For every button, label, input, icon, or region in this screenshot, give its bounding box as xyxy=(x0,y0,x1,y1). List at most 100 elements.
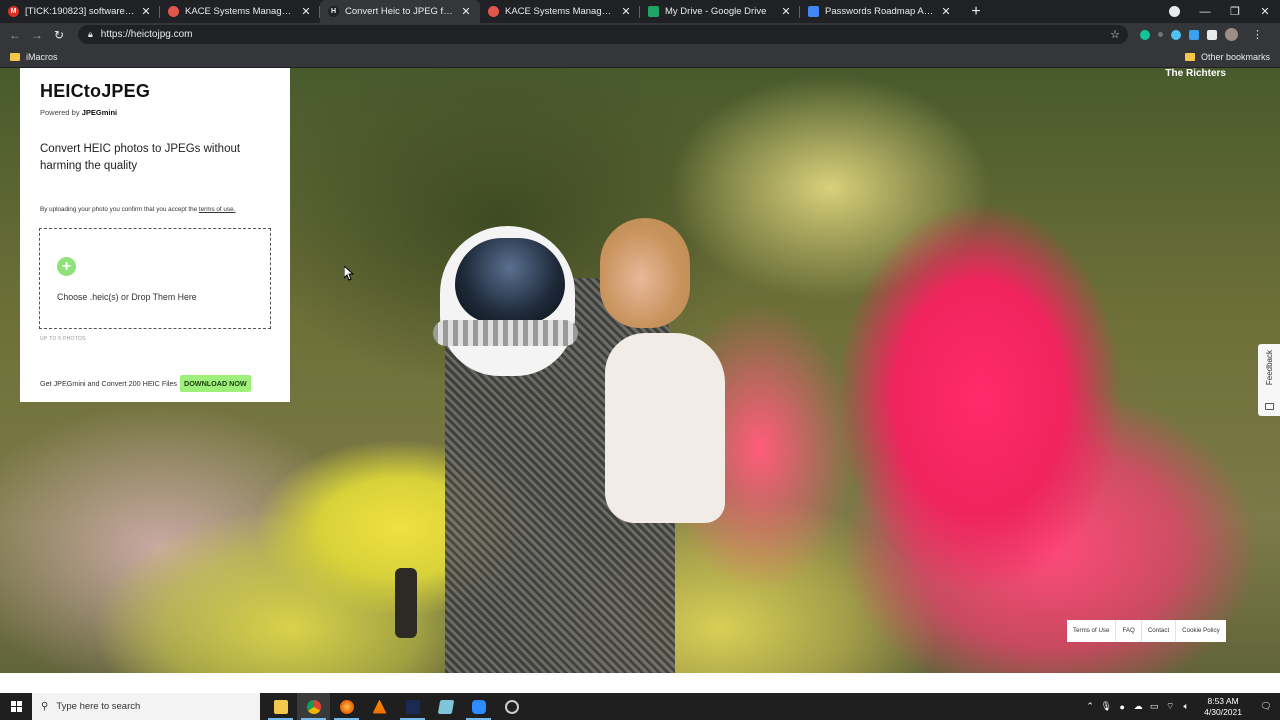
vlc-icon xyxy=(372,699,387,714)
lock-icon[interactable]: 🔒︎ xyxy=(88,29,93,40)
u-extension-icon[interactable] xyxy=(1189,29,1199,40)
kace-icon xyxy=(168,6,179,17)
chevron-up-icon[interactable]: ⌃ xyxy=(1082,701,1098,712)
gmail-icon: M xyxy=(8,6,19,17)
tab-title: [TICK:190823] software downlo xyxy=(25,6,136,17)
footer-links: Terms of Use FAQ Contact Cookie Policy xyxy=(1067,620,1226,642)
extensions-area: ⋮ xyxy=(1140,28,1269,41)
download-now-button[interactable]: DOWNLOAD NOW xyxy=(180,375,251,392)
start-button[interactable] xyxy=(0,701,32,712)
tab-passwords-roadmap[interactable]: Passwords Roadmap Ashland Un ✕ xyxy=(800,0,960,23)
site-logo[interactable]: HEICtoJPEG xyxy=(40,81,270,102)
puzzle-icon[interactable] xyxy=(1207,29,1217,40)
taskbar-app-circle[interactable] xyxy=(495,693,528,720)
gear-extension-icon[interactable] xyxy=(1171,29,1181,40)
kace-icon xyxy=(488,6,499,17)
back-icon[interactable]: ← xyxy=(4,28,26,42)
upload-limit: UP TO 5 PHOTOS xyxy=(40,336,86,342)
address-bar[interactable]: 🔒︎ https://heictojpg.com ☆ xyxy=(78,25,1128,44)
background-photo-visor xyxy=(455,238,565,323)
consent-prefix: By uploading your photo you confirm that… xyxy=(40,206,198,213)
bookmark-imacros[interactable]: iMacros xyxy=(26,52,58,62)
footer-terms-link[interactable]: Terms of Use xyxy=(1067,620,1115,642)
clock-time: 8:53 AM xyxy=(1207,695,1239,706)
tagline: Convert HEIC photos to JPEGs without har… xyxy=(40,143,241,172)
profile-avatar[interactable] xyxy=(1225,28,1238,41)
page-bottom-strip xyxy=(0,673,1280,693)
close-icon[interactable]: ✕ xyxy=(620,5,632,18)
close-icon[interactable]: ✕ xyxy=(940,5,952,18)
windows-logo-icon xyxy=(10,701,22,712)
bookmark-star-icon[interactable]: ☆ xyxy=(1110,28,1120,41)
extension-dot-icon[interactable] xyxy=(1158,32,1163,37)
powered-by: Powered by JPEGmini xyxy=(40,108,270,117)
taskbar-apps xyxy=(264,693,528,720)
tab-google-drive[interactable]: My Drive - Google Drive ✕ xyxy=(640,0,800,23)
add-file-icon[interactable]: + xyxy=(57,257,76,276)
terms-link[interactable]: terms of use. xyxy=(199,206,235,213)
tab-title: Convert Heic to JPEG for free | M xyxy=(345,6,456,17)
window-close-icon[interactable]: ✕ xyxy=(1250,5,1280,18)
tab-heictojpg[interactable]: H Convert Heic to JPEG for free | M ✕ xyxy=(320,0,480,23)
reload-icon[interactable]: ↻ xyxy=(48,28,70,42)
taskbar-file-explorer[interactable] xyxy=(264,693,297,720)
w-app-icon xyxy=(405,699,420,714)
powered-brand-link[interactable]: JPEGmini xyxy=(82,108,117,117)
forward-icon[interactable]: → xyxy=(26,28,48,42)
powered-prefix: Powered by xyxy=(40,108,80,117)
onedrive-icon[interactable]: ☁ xyxy=(1130,701,1146,712)
close-icon[interactable]: ✕ xyxy=(780,5,792,18)
tab-kace-2[interactable]: KACE Systems Management App ✕ xyxy=(480,0,640,23)
url-text: https://heictojpg.com xyxy=(100,29,193,40)
minimize-icon[interactable]: — xyxy=(1190,6,1220,18)
feedback-tab[interactable]: Feedback xyxy=(1258,344,1280,416)
google-docs-icon xyxy=(808,6,819,17)
menu-kebab-icon[interactable]: ⋮ xyxy=(1252,28,1263,41)
consent-text: By uploading your photo you confirm that… xyxy=(40,206,270,213)
upload-dropzone[interactable]: + Choose .heic(s) or Drop Them Here xyxy=(39,228,271,329)
network-icon[interactable]: ⌔ xyxy=(1162,701,1178,712)
heic-site-icon: H xyxy=(328,6,339,17)
restore-icon[interactable]: ❐ xyxy=(1220,5,1250,18)
tray-app-icon[interactable]: ● xyxy=(1114,702,1130,712)
volume-icon[interactable]: 🔈︎ xyxy=(1178,701,1194,712)
tab-title: KACE Systems Management App xyxy=(185,6,296,17)
footer-cookie-link[interactable]: Cookie Policy xyxy=(1175,620,1226,642)
taskbar-wavepad[interactable] xyxy=(396,693,429,720)
background-photo-flare xyxy=(395,568,417,638)
tab-search-icon[interactable] xyxy=(1169,6,1180,17)
close-icon[interactable]: ✕ xyxy=(300,5,312,18)
notes-icon xyxy=(437,699,454,714)
photo-credit: The Richters xyxy=(1165,68,1226,79)
taskbar-notes[interactable] xyxy=(429,693,462,720)
microphone-icon[interactable]: 🎙︎ xyxy=(1098,701,1114,712)
close-icon[interactable]: ✕ xyxy=(140,5,152,18)
footer-faq-link[interactable]: FAQ xyxy=(1115,620,1140,642)
taskbar-clock[interactable]: 8:53 AM 4/30/2021 xyxy=(1204,696,1242,718)
battery-icon[interactable]: ▭ xyxy=(1146,701,1162,712)
background-photo-bride xyxy=(600,218,690,328)
chrome-icon xyxy=(306,699,321,714)
promo-text: Get JPEGmini and Convert 200 HEIC Files xyxy=(40,379,178,388)
bookmark-other[interactable]: Other bookmarks xyxy=(1201,52,1270,62)
taskbar-vlc[interactable] xyxy=(363,693,396,720)
grammarly-icon[interactable] xyxy=(1140,29,1150,40)
taskbar-zoom[interactable] xyxy=(462,693,495,720)
tab-kace-1[interactable]: KACE Systems Management App ✕ xyxy=(160,0,320,23)
mouse-cursor-icon xyxy=(344,266,354,281)
footer-contact-link[interactable]: Contact xyxy=(1140,620,1175,642)
page-viewport: The Richters HEICtoJPEG Powered by JPEGm… xyxy=(0,68,1280,673)
close-icon[interactable]: ✕ xyxy=(460,5,472,18)
tab-ticket[interactable]: M [TICK:190823] software downlo ✕ xyxy=(0,0,160,23)
taskbar-chrome[interactable] xyxy=(297,693,330,720)
converter-card: HEICtoJPEG Powered by JPEGmini Convert H… xyxy=(20,68,290,402)
tab-title: Passwords Roadmap Ashland Un xyxy=(825,6,936,17)
new-tab-button[interactable]: + xyxy=(964,0,988,23)
search-icon: ⚲ xyxy=(41,701,49,712)
taskbar-search-placeholder: Type here to search xyxy=(56,701,141,712)
taskbar-search[interactable]: ⚲ Type here to search xyxy=(32,693,260,720)
tab-title: My Drive - Google Drive xyxy=(665,6,767,17)
taskbar-firefox[interactable] xyxy=(330,693,363,720)
notifications-icon[interactable]: 🗨︎ xyxy=(1252,701,1280,712)
tab-title: KACE Systems Management App xyxy=(505,6,616,17)
